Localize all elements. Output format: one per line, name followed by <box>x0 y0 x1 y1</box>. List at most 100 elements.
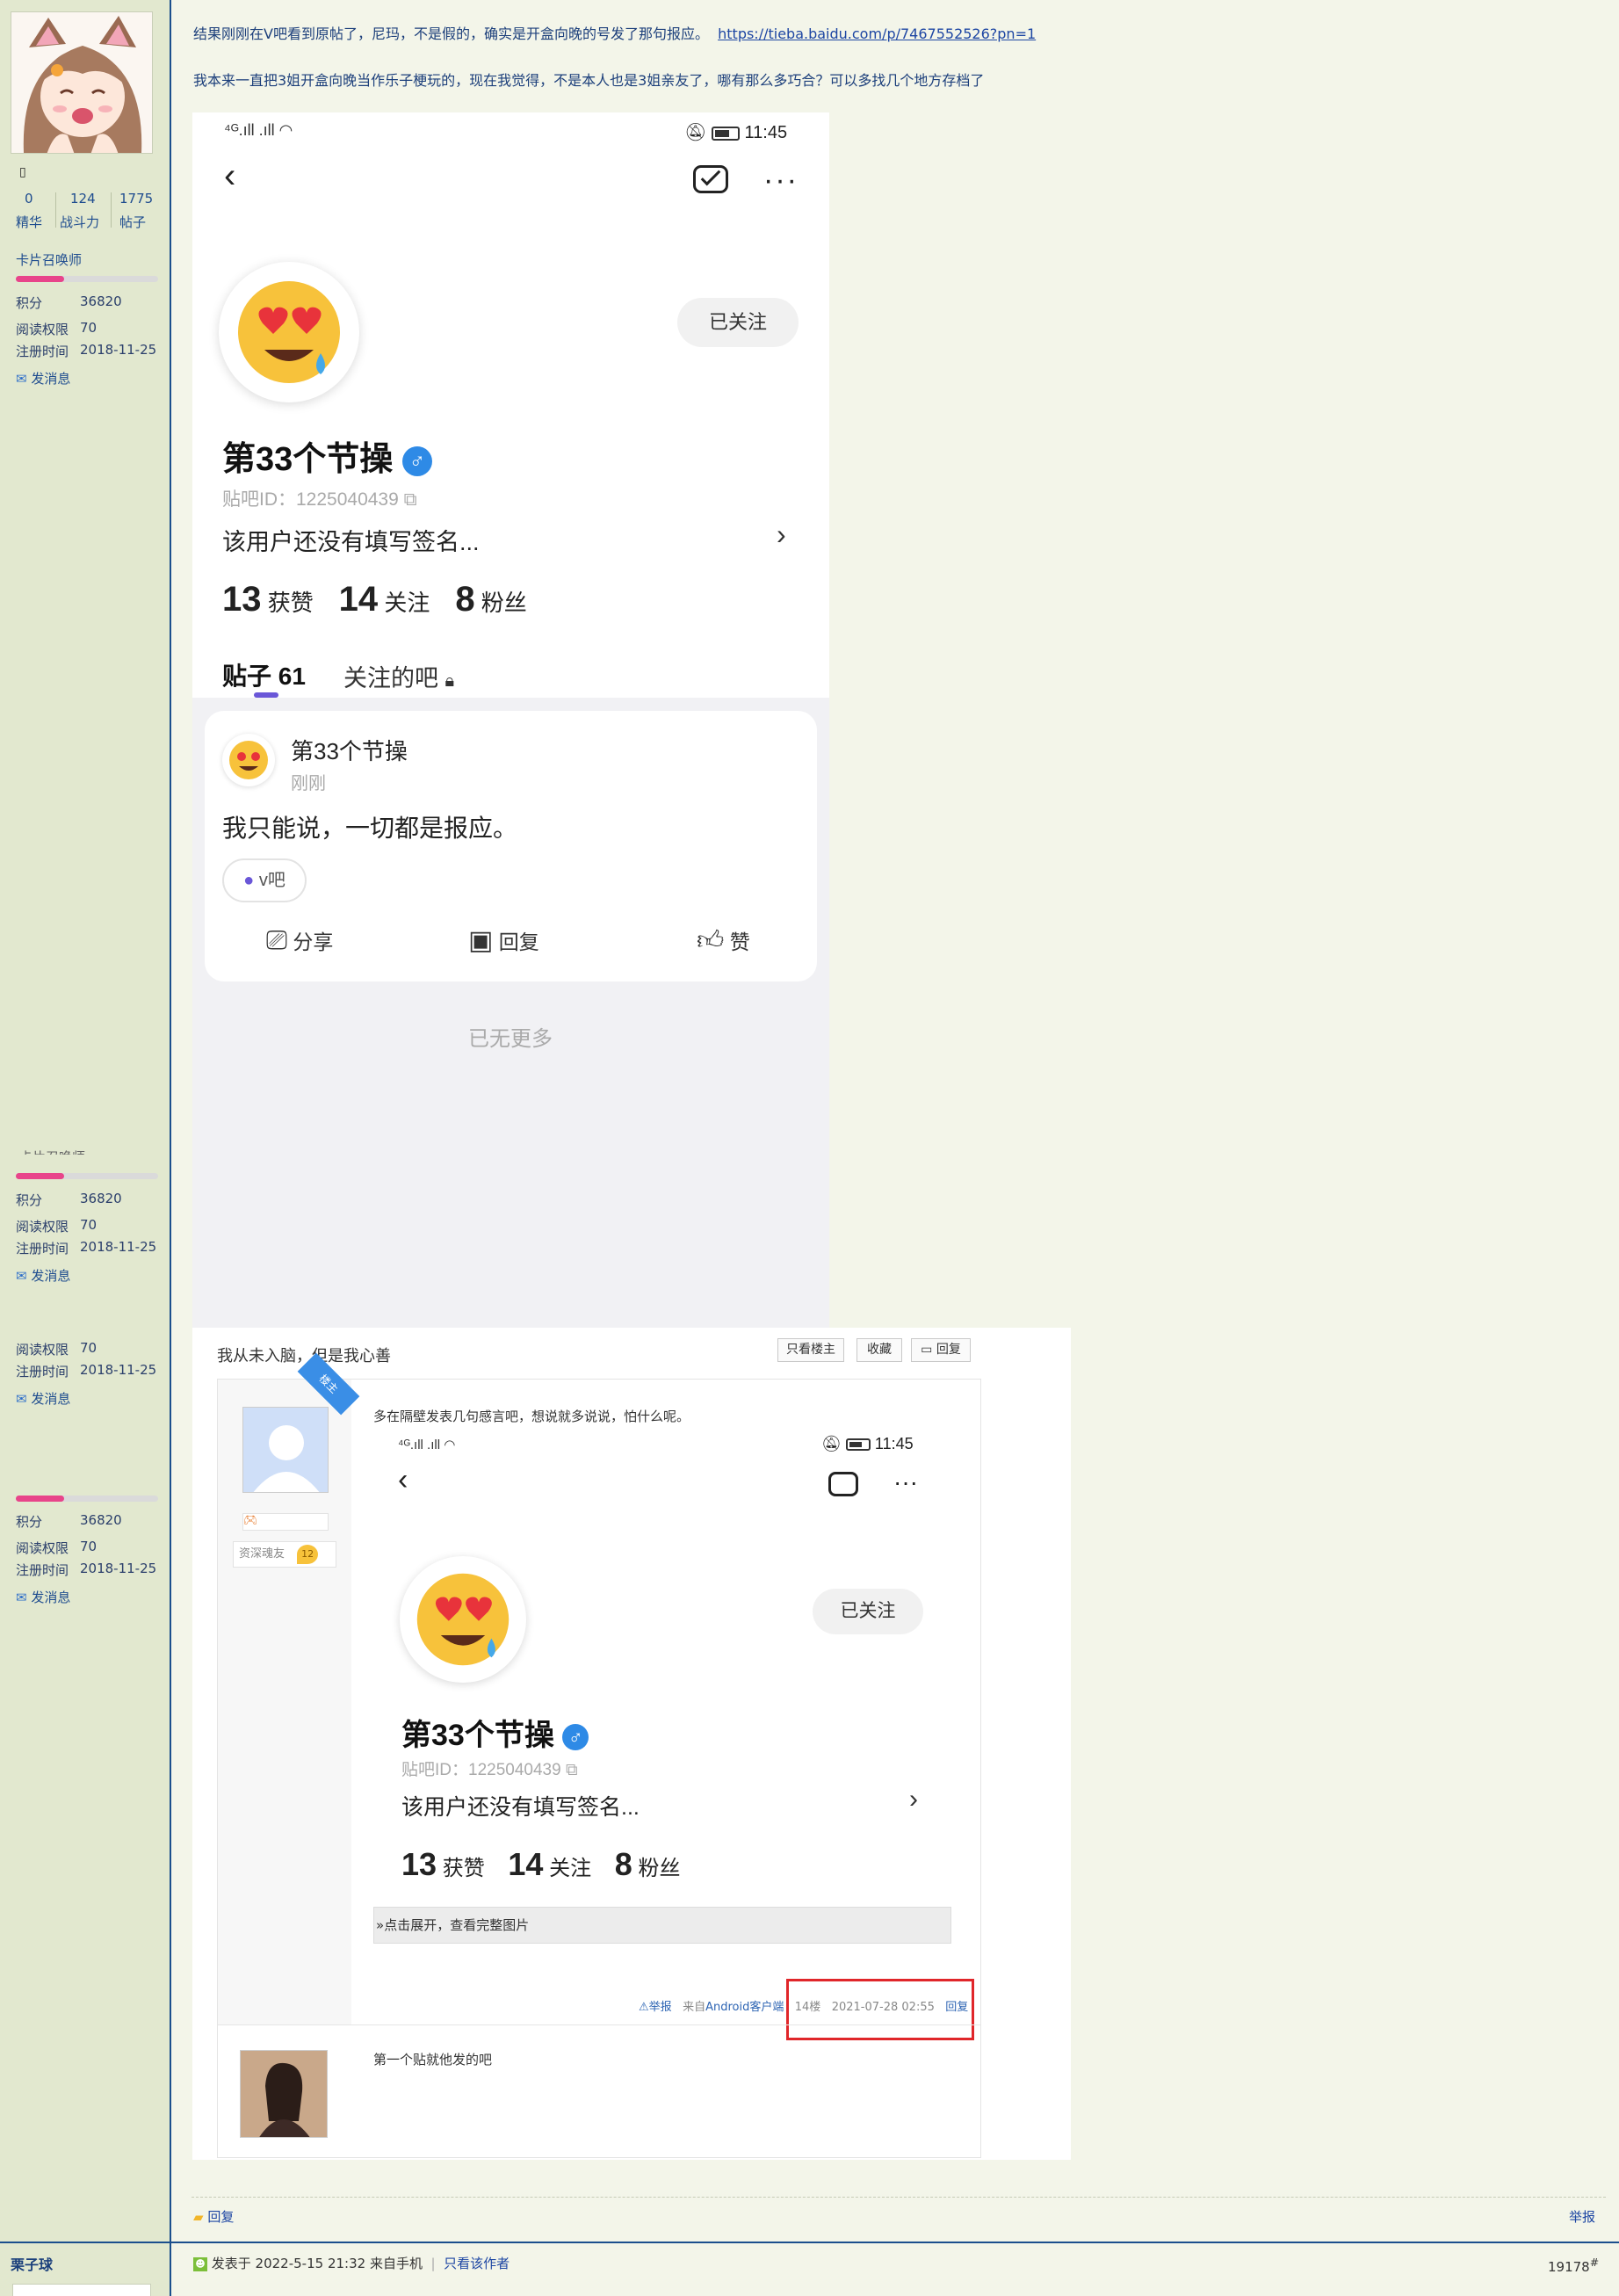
tab-followed-bars[interactable]: 关注的吧 🔒︎ <box>343 659 454 693</box>
stat-digest-value: 0 <box>25 191 33 206</box>
posted-time: 发表于 2022-5-15 21:32 来自手机 <box>211 2256 423 2271</box>
status-time: 11:45 <box>744 123 788 142</box>
tab-posts[interactable]: 贴子 61 <box>222 657 306 692</box>
copy-icon[interactable]: ⧉ <box>404 489 417 510</box>
anime-avatar-image <box>11 12 152 153</box>
share-icon: ⎚ <box>266 926 287 955</box>
post-source-link[interactable]: https://tieba.baidu.com/p/7467552526?pn=… <box>718 25 1036 42</box>
medal-icon: 🎮︎ <box>243 1514 258 1527</box>
planet-icon: ● <box>243 871 255 890</box>
send-message-label: 发消息 <box>31 371 71 387</box>
embedded-profile-screenshot: ⁴ᴳ.ıll .ıll ◠ 🔕︎ 11:45 ‹ ··· 已关注 第33个节操 … <box>373 1430 957 1825</box>
send-message-link[interactable]: ✉ 发消息 <box>16 1266 70 1285</box>
card-username[interactable]: 第33个节操 <box>291 734 408 766</box>
chevron-right-icon[interactable]: › <box>777 518 786 551</box>
mail-icon[interactable] <box>693 165 728 193</box>
tieba-id-text: 贴吧ID：1225040439 <box>222 489 399 510</box>
send-message-link[interactable]: ✉ 发消息 <box>16 1588 70 1606</box>
share-label: 分享 <box>293 931 334 953</box>
user-title-label-cut: 卡片召唤师 <box>19 1148 85 1155</box>
back-arrow-icon[interactable]: ‹ <box>224 158 235 193</box>
followed-button[interactable]: 已关注 <box>677 298 799 347</box>
reply-action[interactable]: ▣ 回复 <box>468 925 539 956</box>
favorite-button[interactable]: 收藏 <box>856 1338 902 1362</box>
chevron-right-icon[interactable]: › <box>909 1785 918 1814</box>
envelope-icon: ✉ <box>16 1268 27 1284</box>
post-card[interactable]: 第33个节操 刚刚 我只能说，一切都是报应。 ● v吧 ⎚ 分享 ▣ 回复 👍︎… <box>205 711 817 981</box>
like-label: 赞 <box>729 931 750 953</box>
send-message-link[interactable]: ✉ 发消息 <box>16 369 70 387</box>
following-count: 14 <box>338 580 379 619</box>
footer-reply-link[interactable]: ▰ 回复 <box>193 2207 234 2226</box>
fans-count: 8 <box>455 580 475 619</box>
photo-avatar-image <box>241 2051 327 2137</box>
profile-username-text: 第33个节操 <box>401 1719 554 1752</box>
stat-digest-label[interactable]: 精华 <box>16 213 42 231</box>
only-op-button[interactable]: 只看楼主 <box>777 1338 844 1362</box>
card-bar-tag[interactable]: ● v吧 <box>222 858 307 902</box>
stat-posts-label[interactable]: 帖子 <box>119 213 146 231</box>
stat-divider <box>55 192 56 228</box>
stat-posts-value: 1775 <box>119 191 154 206</box>
default-avatar[interactable] <box>242 1407 329 1493</box>
profile-username-text: 第33个节操 <box>222 441 394 478</box>
floor-number: 19178 <box>1548 2259 1590 2275</box>
share-action[interactable]: ⎚ 分享 <box>266 925 333 956</box>
send-message-link[interactable]: ✉ 发消息 <box>16 1389 70 1408</box>
profile-avatar[interactable] <box>400 1556 526 1683</box>
heart-eyes-emoji-icon <box>238 281 340 383</box>
next-post-username[interactable]: 栗子球 <box>11 2253 53 2274</box>
envelope-icon: ✉ <box>16 1590 27 1605</box>
user-avatar[interactable] <box>11 11 153 154</box>
medal-slot: 🎮︎ <box>242 1513 329 1531</box>
level-progress-bar <box>16 1173 158 1179</box>
followed-button[interactable]: 已关注 <box>813 1589 923 1634</box>
card-avatar[interactable] <box>222 734 275 786</box>
reply-button[interactable]: ▭ 回复 <box>911 1338 971 1362</box>
from-client-link[interactable]: Android客户端 <box>705 2001 784 2014</box>
status-bar-right: 🔕︎ 11:45 <box>684 121 787 143</box>
floor-mark: # <box>1589 2256 1600 2269</box>
no-more-label: 已无更多 <box>468 1027 553 1051</box>
more-options-icon[interactable]: ··· <box>763 163 799 198</box>
expand-image-bar[interactable]: »点击展开，查看完整图片 <box>373 1907 951 1944</box>
fans-label[interactable]: 粉丝 <box>481 590 527 616</box>
profile-stats: 13 获赞 14 关注 8 粉丝 <box>401 1846 680 1883</box>
fans-count: 8 <box>614 1846 632 1882</box>
heart-eyes-emoji-icon <box>229 741 268 779</box>
read-permission-value: 70 <box>80 1217 98 1233</box>
following-label[interactable]: 关注 <box>549 1857 591 1880</box>
profile-username: 第33个节操 ♂ <box>401 1711 589 1754</box>
profile-avatar[interactable] <box>219 262 359 402</box>
register-time-label: 注册时间 <box>16 1562 69 1578</box>
mail-icon[interactable] <box>828 1472 858 1496</box>
footer-report-link[interactable]: 举报 <box>1569 2207 1595 2226</box>
warning-icon: ⚠ <box>639 2001 649 2014</box>
report-label: 举报 <box>648 2001 672 2014</box>
thread-title: 我从未入脑，但是我心善 <box>217 1347 391 1365</box>
next-post-avatar[interactable] <box>12 2284 151 2296</box>
post-body-text: 多在隔壁发表几句感言吧，想说就多说说，怕什么呢。 <box>373 1409 690 1424</box>
reply-user-avatar[interactable] <box>240 2050 328 2138</box>
card-text: 我只能说，一切都是报应。 <box>222 815 518 842</box>
user-silhouette-icon <box>243 1408 328 1492</box>
fans-label[interactable]: 粉丝 <box>638 1857 680 1880</box>
mobile-phone-icon: ▯ <box>19 165 26 179</box>
copy-icon[interactable]: ⧉ <box>566 1761 578 1779</box>
back-arrow-icon[interactable]: ‹ <box>398 1465 408 1495</box>
stat-power-label[interactable]: 战斗力 <box>60 213 99 231</box>
following-label[interactable]: 关注 <box>384 590 430 616</box>
report-link[interactable]: ⚠举报 <box>639 2001 672 2014</box>
next-post-floor[interactable]: 19178# <box>1548 2256 1599 2275</box>
reply-text: 第一个贴就他发的吧 <box>373 2052 493 2068</box>
thumbs-up-icon: 👍︎ <box>697 926 725 955</box>
like-action[interactable]: 👍︎ 赞 <box>697 925 750 957</box>
more-options-icon[interactable]: ··· <box>893 1468 918 1496</box>
only-author-link[interactable]: 只看该作者 <box>444 2256 510 2271</box>
score-value: 36820 <box>80 1512 122 1528</box>
male-gender-icon: ♂ <box>562 1724 589 1751</box>
rank-label: 资深魂友 <box>239 1547 285 1561</box>
likes-label: 获赞 <box>442 1857 485 1880</box>
send-message-label: 发消息 <box>31 1590 71 1605</box>
register-time-value: 2018-11-25 <box>80 1561 157 1576</box>
